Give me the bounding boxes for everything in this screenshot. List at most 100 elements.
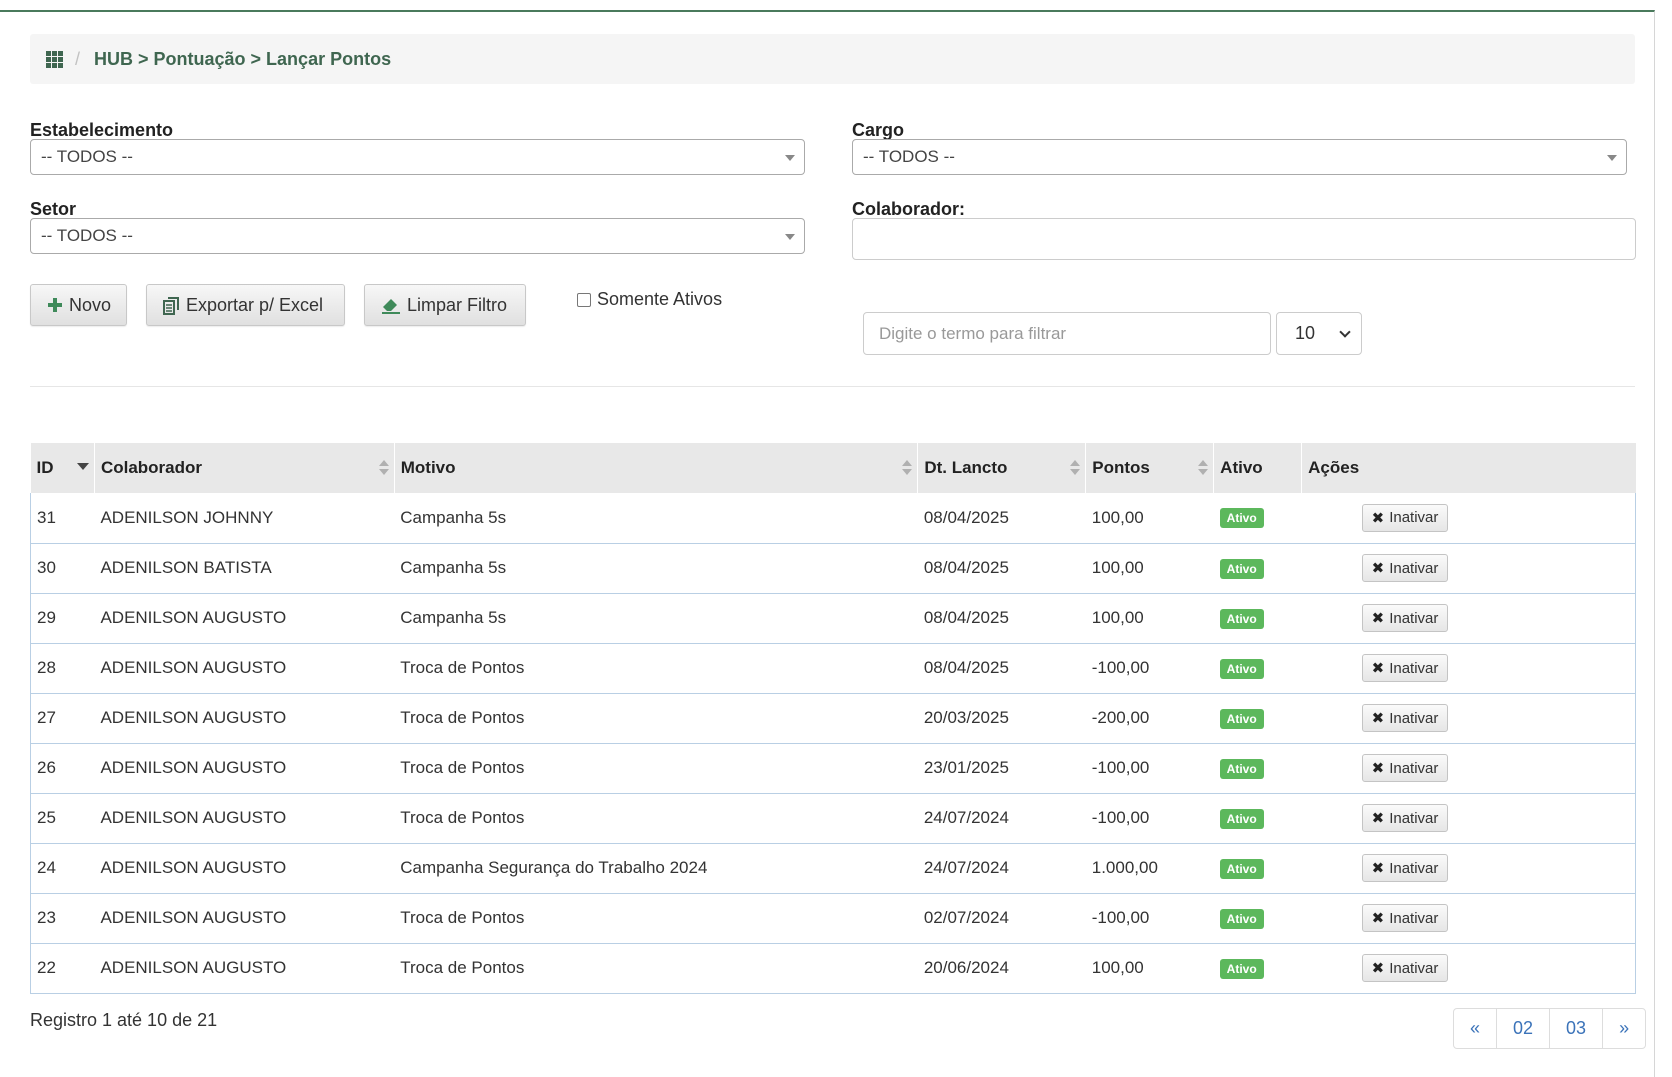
cell-motivo: Campanha 5s	[400, 507, 507, 527]
copy-icon	[163, 296, 180, 315]
cell-pontos: -200,00	[1091, 708, 1150, 727]
column-header-motivo[interactable]: Motivo	[394, 443, 919, 493]
somente-ativos-label: Somente Ativos	[597, 289, 723, 309]
cell-motivo: Troca de Pontos	[400, 958, 525, 977]
apps-grid-icon[interactable]	[46, 50, 63, 68]
page-size-select[interactable]: 10	[1276, 312, 1362, 355]
cell-data: 23/01/2025	[923, 758, 1009, 777]
breadcrumb-separator: /	[75, 48, 81, 69]
table-row: 28 ADENILSON AUGUSTO Troca de Pontos 08/…	[30, 643, 1636, 693]
cell-data: 24/07/2024	[923, 858, 1009, 877]
column-header-id[interactable]: ID	[30, 443, 95, 493]
table-row: 24 ADENILSON AUGUSTO Campanha Segurança …	[30, 843, 1636, 893]
column-header-dt-lancto[interactable]: Dt. Lancto	[917, 443, 1087, 493]
column-header-colaborador[interactable]: Colaborador	[94, 443, 395, 493]
cell-pontos: 100,00	[1091, 507, 1144, 527]
cell-pontos: -100,00	[1091, 908, 1150, 927]
inativar-button[interactable]: ✖ Inativar	[1361, 954, 1449, 982]
sort-desc-icon	[76, 463, 89, 470]
limpar-filtro-button[interactable]: Limpar Filtro	[364, 284, 526, 326]
estabelecimento-select[interactable]: -- TODOS --	[30, 139, 805, 175]
status-badge: Ativo	[1219, 508, 1264, 529]
sort-icon	[1198, 460, 1209, 476]
cell-motivo: Campanha 5s	[400, 608, 507, 627]
pagination-page-03[interactable]: 03	[1550, 1009, 1604, 1048]
cell-pontos: -100,00	[1091, 808, 1150, 827]
chevron-down-icon	[1339, 326, 1351, 338]
inativar-button[interactable]: ✖ Inativar	[1361, 754, 1449, 782]
cell-colaborador: ADENILSON AUGUSTO	[100, 658, 287, 677]
cell-colaborador: ADENILSON AUGUSTO	[100, 908, 287, 927]
close-icon: ✖	[1371, 710, 1385, 727]
status-badge: Ativo	[1219, 658, 1264, 679]
table-header-row: ID Colaborador Motivo Dt. Lancto Pontos …	[30, 443, 1636, 493]
column-header-acoes: Ações	[1308, 458, 1360, 477]
cell-data: 02/07/2024	[923, 908, 1009, 927]
cell-colaborador: ADENILSON AUGUSTO	[100, 758, 287, 777]
cell-pontos: 100,00	[1091, 958, 1144, 977]
page-size-value: 10	[1295, 323, 1316, 343]
setor-select[interactable]: -- TODOS --	[30, 218, 805, 254]
cell-id: 26	[37, 758, 56, 777]
cell-colaborador: ADENILSON AUGUSTO	[100, 608, 287, 627]
data-table: ID Colaborador Motivo Dt. Lancto Pontos …	[30, 443, 1636, 994]
cell-id: 30	[37, 558, 56, 577]
column-header-pontos[interactable]: Pontos	[1085, 443, 1215, 493]
cell-colaborador: ADENILSON AUGUSTO	[100, 958, 287, 977]
breadcrumb-path[interactable]: HUB > Pontuação > Lançar Pontos	[94, 49, 391, 70]
inativar-button[interactable]: ✖ Inativar	[1361, 554, 1449, 582]
inativar-button[interactable]: ✖ Inativar	[1361, 804, 1449, 832]
close-icon: ✖	[1371, 910, 1385, 927]
cell-data: 20/03/2025	[923, 708, 1009, 727]
cell-colaborador: ADENILSON AUGUSTO	[100, 708, 287, 727]
cell-motivo: Troca de Pontos	[400, 908, 525, 927]
cell-colaborador: ADENILSON JOHNNY	[100, 507, 274, 527]
inativar-button[interactable]: ✖ Inativar	[1361, 604, 1449, 632]
status-badge: Ativo	[1219, 858, 1264, 879]
inativar-button[interactable]: ✖ Inativar	[1361, 654, 1449, 682]
close-icon: ✖	[1371, 860, 1385, 877]
records-info: Registro 1 até 10 de 21	[30, 1010, 218, 1030]
sort-icon	[1070, 460, 1081, 476]
setor-label: Setor	[30, 199, 77, 219]
cargo-select[interactable]: -- TODOS --	[852, 139, 1627, 175]
table-row: 25 ADENILSON AUGUSTO Troca de Pontos 24/…	[30, 793, 1636, 843]
cell-colaborador: ADENILSON AUGUSTO	[100, 858, 287, 877]
close-icon: ✖	[1371, 660, 1385, 677]
cell-data: 24/07/2024	[923, 808, 1009, 827]
search-input[interactable]	[863, 312, 1271, 355]
cell-id: 25	[37, 808, 56, 827]
table-row: 27 ADENILSON AUGUSTO Troca de Pontos 20/…	[30, 693, 1636, 743]
status-badge: Ativo	[1219, 958, 1264, 979]
cell-id: 22	[37, 958, 56, 977]
pagination-next[interactable]: »	[1603, 1009, 1645, 1048]
cell-motivo: Campanha 5s	[400, 558, 507, 577]
cell-pontos: -100,00	[1091, 658, 1150, 677]
inativar-button[interactable]: ✖ Inativar	[1361, 904, 1449, 932]
close-icon: ✖	[1371, 560, 1385, 577]
estabelecimento-label: Estabelecimento	[30, 120, 174, 140]
pagination-page-02[interactable]: 02	[1497, 1009, 1551, 1048]
inativar-button[interactable]: ✖ Inativar	[1361, 503, 1449, 532]
cell-pontos: 1.000,00	[1091, 858, 1158, 877]
inativar-button[interactable]: ✖ Inativar	[1361, 854, 1449, 882]
pagination-prev[interactable]: «	[1454, 1009, 1498, 1048]
somente-ativos-checkbox[interactable]: Somente Ativos	[577, 289, 722, 310]
novo-button[interactable]: Novo	[30, 284, 127, 326]
checkbox-box[interactable]	[577, 292, 591, 307]
status-badge: Ativo	[1219, 558, 1264, 579]
caret-down-icon	[1607, 155, 1617, 161]
inativar-button[interactable]: ✖ Inativar	[1361, 704, 1449, 732]
colaborador-input[interactable]	[852, 218, 1636, 260]
main-panel: / HUB > Pontuação > Lançar Pontos Estabe…	[0, 10, 1655, 1077]
sort-icon	[902, 460, 913, 476]
cell-motivo: Troca de Pontos	[400, 658, 525, 677]
status-badge: Ativo	[1219, 758, 1264, 779]
exportar-label: Exportar p/ Excel	[186, 294, 324, 315]
exportar-excel-button[interactable]: Exportar p/ Excel	[146, 284, 345, 326]
status-badge: Ativo	[1219, 908, 1264, 929]
breadcrumb: / HUB > Pontuação > Lançar Pontos	[30, 34, 1635, 84]
divider	[30, 386, 1635, 387]
cell-id: 28	[37, 658, 56, 677]
cell-data: 08/04/2025	[923, 658, 1009, 677]
